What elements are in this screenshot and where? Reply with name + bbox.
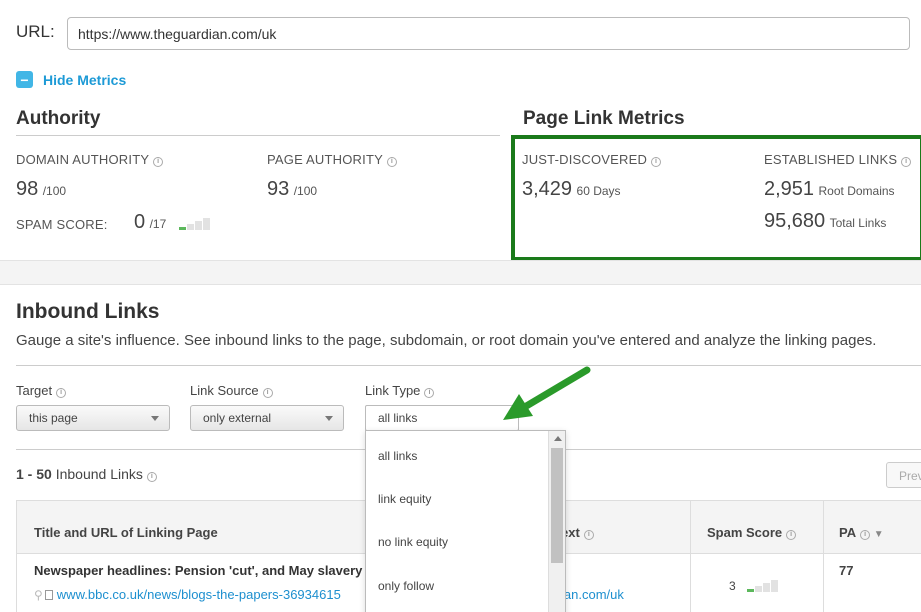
- page-authority-value: 93 /100: [267, 178, 318, 200]
- just-discovered-value: 3,429 60 Days: [522, 178, 621, 200]
- target-select[interactable]: this page: [16, 405, 170, 431]
- inbound-links-heading: Inbound Links: [16, 300, 160, 323]
- spam-score-bars: [747, 580, 779, 592]
- inbound-count: 1 - 50 Inbound Links i: [16, 466, 157, 482]
- chevron-down-icon: [151, 416, 159, 421]
- info-icon[interactable]: i: [901, 157, 912, 167]
- chevron-down-icon: [325, 416, 333, 421]
- dropdown-scrollbar[interactable]: [548, 431, 565, 612]
- info-icon[interactable]: i: [583, 530, 594, 540]
- link-type-dropdown-list: all links link equity no link equity onl…: [365, 430, 566, 612]
- link-type-filter-label: Link Type i: [365, 383, 435, 398]
- authority-heading: Authority: [16, 108, 101, 129]
- page-authority-label: PAGE AUTHORITY i: [267, 152, 397, 167]
- info-icon[interactable]: i: [146, 472, 157, 482]
- column-pa[interactable]: PA i ▼: [839, 501, 884, 554]
- url-label: URL:: [16, 22, 55, 41]
- established-links-label: ESTABLISHED LINKS i: [764, 152, 912, 167]
- info-icon[interactable]: i: [153, 157, 164, 167]
- info-icon[interactable]: i: [386, 157, 397, 167]
- dropdown-option-all-links[interactable]: all links: [378, 449, 417, 463]
- just-discovered-label: JUST-DISCOVERED i: [522, 152, 662, 167]
- info-icon[interactable]: i: [424, 388, 435, 398]
- authority-divider: [16, 135, 500, 136]
- page-link-metrics-heading: Page Link Metrics: [523, 108, 685, 129]
- info-icon[interactable]: i: [651, 157, 662, 167]
- info-icon[interactable]: i: [786, 530, 797, 540]
- inbound-divider: [16, 365, 921, 366]
- link-source-filter-label: Link Source i: [190, 383, 273, 398]
- spam-score-bars: [178, 218, 210, 230]
- dropdown-option-only-follow[interactable]: only follow: [378, 579, 434, 593]
- spam-score-label: SPAM SCORE:: [16, 217, 108, 232]
- link-source-select[interactable]: only external: [190, 405, 344, 431]
- info-icon[interactable]: i: [860, 530, 871, 540]
- column-title-url[interactable]: Title and URL of Linking Page: [34, 501, 218, 554]
- row-url-link[interactable]: www.bbc.co.uk/news/blogs-the-papers-3693…: [57, 587, 341, 602]
- target-filter-label: Target i: [16, 383, 67, 398]
- minus-icon: −: [16, 71, 33, 88]
- row-target-url[interactable]: ian.com/uk: [561, 587, 624, 602]
- section-divider-band: [0, 260, 921, 285]
- row-spam-score: 3: [729, 579, 779, 593]
- column-spam-score[interactable]: Spam Score i: [707, 501, 797, 554]
- scrollbar-thumb[interactable]: [551, 448, 563, 563]
- page-icon[interactable]: [44, 589, 53, 600]
- scroll-up-icon[interactable]: [554, 436, 562, 441]
- domain-authority-label: DOMAIN AUTHORITY i: [16, 152, 164, 167]
- row-pa: 77: [839, 563, 854, 578]
- hide-metrics-label: Hide Metrics: [43, 71, 127, 88]
- dropdown-option-no-link-equity[interactable]: no link equity: [378, 535, 448, 549]
- sort-down-icon[interactable]: ▼: [874, 529, 884, 540]
- inbound-links-description: Gauge a site's influence. See inbound li…: [16, 332, 877, 349]
- hide-metrics-toggle[interactable]: − Hide Metrics: [16, 71, 126, 88]
- row-title[interactable]: Newspaper headlines: Pension 'cut', and …: [34, 563, 362, 578]
- domain-authority-value: 98 /100: [16, 178, 67, 200]
- total-links-value: 95,680 Total Links: [764, 210, 887, 232]
- dropdown-option-link-equity[interactable]: link equity: [378, 492, 431, 506]
- root-domains-value: 2,951 Root Domains: [764, 178, 895, 200]
- info-icon[interactable]: i: [56, 388, 67, 398]
- annotation-arrow-icon: [503, 366, 591, 420]
- url-input[interactable]: [67, 17, 910, 50]
- search-icon[interactable]: ⚲: [34, 588, 43, 602]
- info-icon[interactable]: i: [262, 388, 273, 398]
- spam-score-value: 0 /17: [134, 211, 210, 234]
- table-row-url: ⚲ www.bbc.co.uk/news/blogs-the-papers-36…: [34, 587, 341, 602]
- prev-button[interactable]: Prev: [886, 462, 921, 488]
